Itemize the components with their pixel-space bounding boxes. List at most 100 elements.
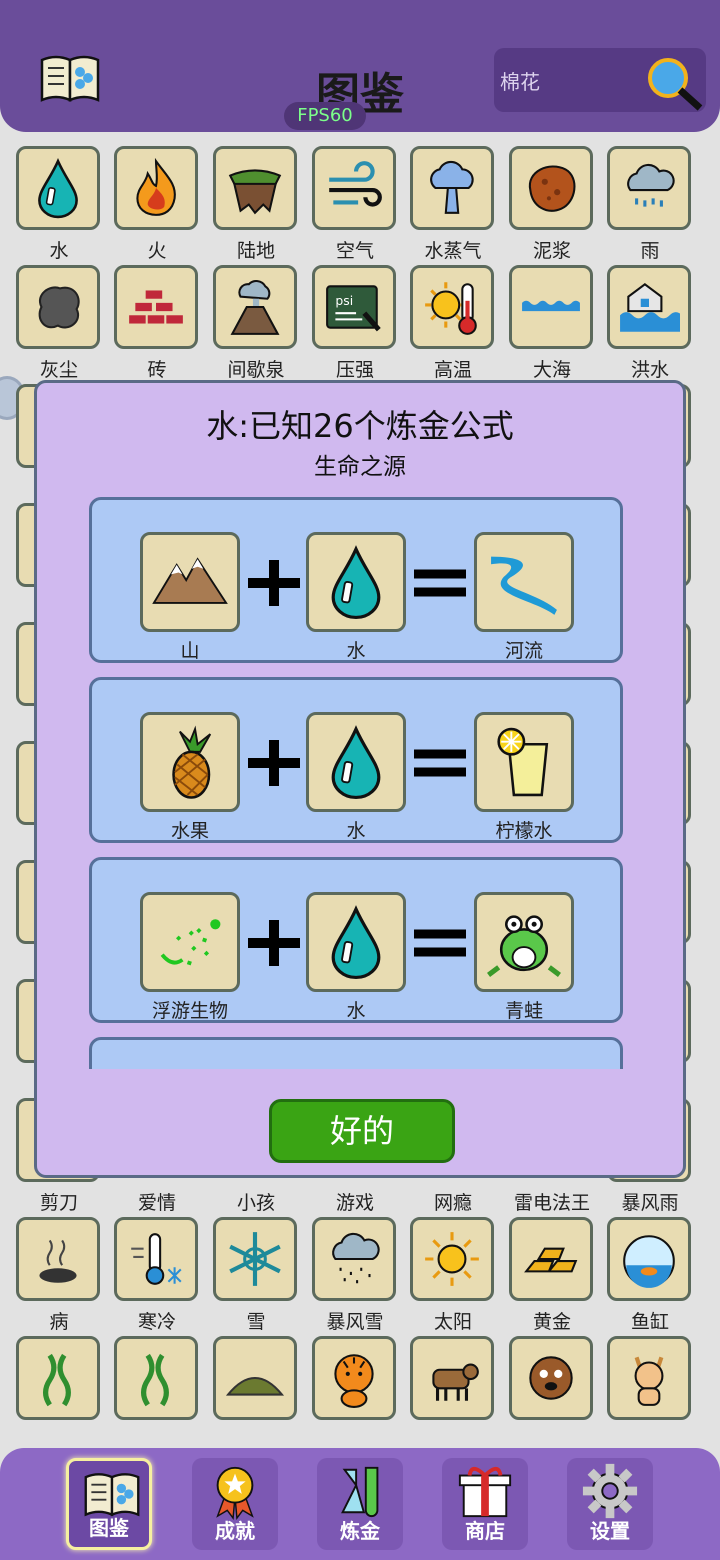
element-cell[interactable]: 陆地 [213, 146, 299, 262]
recipe-card: 浮游生物 水 青蛙 [89, 857, 623, 1023]
fps-counter: FPS60 [284, 102, 366, 130]
flood-icon [618, 276, 680, 338]
ingredient-b[interactable]: 水 [306, 892, 406, 1023]
geyser-icon [224, 276, 286, 338]
dust-icon [27, 276, 89, 338]
element-cell[interactable] [509, 1336, 595, 1420]
dialog-title: 水:已知26个炼金公式 [206, 407, 514, 445]
element-cell[interactable]: 暴风雪 [312, 1217, 398, 1333]
water-icon [318, 544, 394, 620]
element-cell[interactable] [114, 1336, 200, 1420]
element-cell[interactable]: 空气 [312, 146, 398, 262]
element-cell[interactable]: 压强 [312, 265, 398, 381]
top-header: 图鉴 FPS60 棉花 [0, 0, 720, 132]
cat-icon [618, 1347, 680, 1409]
ingredient-b[interactable]: 水 [306, 712, 406, 843]
element-cell[interactable]: 大海 [509, 265, 595, 381]
hill-icon [224, 1347, 286, 1409]
sun-icon [421, 1228, 483, 1290]
recipe-list[interactable]: 山 水 河流 水果 水 柠檬水 浮游生物 水 青蛙 [89, 497, 623, 1069]
nav-achievements[interactable]: 成就 [192, 1458, 278, 1550]
element-cell[interactable]: 黄金 [509, 1217, 595, 1333]
ingredient-b[interactable]: 水 [306, 532, 406, 663]
ox-icon [421, 1347, 483, 1409]
element-cell[interactable]: 火 [114, 146, 200, 262]
ingredient-a[interactable]: 山 [140, 532, 240, 663]
river-icon [486, 544, 562, 620]
element-cell[interactable]: 鱼缸 [607, 1217, 693, 1333]
plus-icon [244, 918, 304, 968]
plankton-icon [152, 904, 228, 980]
water-icon [318, 724, 394, 800]
element-cell[interactable] [410, 1336, 496, 1420]
air-icon [323, 157, 385, 219]
search-box[interactable]: 棉花 [494, 48, 706, 112]
ingredient-a[interactable]: 水果 [140, 712, 240, 843]
recipe-result[interactable]: 河流 [474, 532, 574, 663]
element-cell[interactable]: 砖 [114, 265, 200, 381]
brick-icon [125, 276, 187, 338]
snow-icon [224, 1228, 286, 1290]
element-cell[interactable]: 水蒸气 [410, 146, 496, 262]
recipe-card [89, 1037, 623, 1069]
nav-alchemy[interactable]: 炼金 [317, 1458, 403, 1550]
dialog-subtitle: 生命之源 [314, 454, 406, 480]
frog-icon [486, 904, 562, 980]
element-cell[interactable]: 灰尘 [16, 265, 102, 381]
ok-button[interactable]: 好的 [269, 1099, 455, 1163]
nav-settings[interactable]: 设置 [567, 1458, 653, 1550]
ingredient-a[interactable]: 浮游生物 [140, 892, 240, 1023]
mountain-icon [152, 544, 228, 620]
dog-icon [520, 1347, 582, 1409]
gear-icon [580, 1462, 640, 1520]
steam-icon [421, 157, 483, 219]
blizzard-icon [323, 1228, 385, 1290]
element-cell[interactable]: 间歇泉 [213, 265, 299, 381]
element-cell[interactable] [213, 1336, 299, 1420]
search-icon[interactable] [640, 52, 706, 112]
element-cell[interactable]: 水 [16, 146, 102, 262]
pineapple-icon [152, 724, 228, 800]
element-cell[interactable] [312, 1336, 398, 1420]
rain-icon [618, 157, 680, 219]
equals-icon [410, 558, 470, 608]
recipe-result[interactable]: 青蛙 [474, 892, 574, 1023]
element-cell[interactable]: 高温 [410, 265, 496, 381]
seaweed-icon [125, 1347, 187, 1409]
sea-icon [520, 276, 582, 338]
recipe-dialog: 水:已知26个炼金公式 生命之源 山 水 河流 水果 水 柠檬水 浮游生物 水 … [34, 380, 686, 1178]
heat-icon [421, 276, 483, 338]
flask-icon [330, 1462, 390, 1520]
encyclopedia-book-icon[interactable] [38, 52, 102, 104]
equals-icon [410, 738, 470, 788]
water-icon [27, 157, 89, 219]
element-cell[interactable]: 病 [16, 1217, 102, 1333]
bottom-nav: 图鉴 成就 炼金 商店 设置 [0, 1448, 720, 1560]
element-cell[interactable]: 泥浆 [509, 146, 595, 262]
gold-icon [520, 1228, 582, 1290]
element-cell[interactable] [16, 1336, 102, 1420]
tiger-icon [323, 1347, 385, 1409]
medal-icon [205, 1462, 265, 1520]
lemonade-icon [486, 724, 562, 800]
water-icon [318, 904, 394, 980]
plus-icon [244, 558, 304, 608]
element-cell[interactable]: 寒冷 [114, 1217, 200, 1333]
sickness-icon [27, 1228, 89, 1290]
element-cell[interactable]: 洪水 [607, 265, 693, 381]
element-cell[interactable]: 雨 [607, 146, 693, 262]
nav-shop[interactable]: 商店 [442, 1458, 528, 1550]
pressure-icon [323, 276, 385, 338]
fire-icon [125, 157, 187, 219]
element-cell[interactable]: 雪 [213, 1217, 299, 1333]
element-cell[interactable] [607, 1336, 693, 1420]
plus-icon [244, 738, 304, 788]
mud-icon [520, 157, 582, 219]
element-cell[interactable]: 太阳 [410, 1217, 496, 1333]
recipe-result[interactable]: 柠檬水 [474, 712, 574, 843]
recipe-card: 山 水 河流 [89, 497, 623, 663]
fishbowl-icon [618, 1228, 680, 1290]
search-input[interactable]: 棉花 [500, 66, 540, 95]
nav-encyclopedia[interactable]: 图鉴 [66, 1458, 152, 1550]
seaweed-icon [27, 1347, 89, 1409]
